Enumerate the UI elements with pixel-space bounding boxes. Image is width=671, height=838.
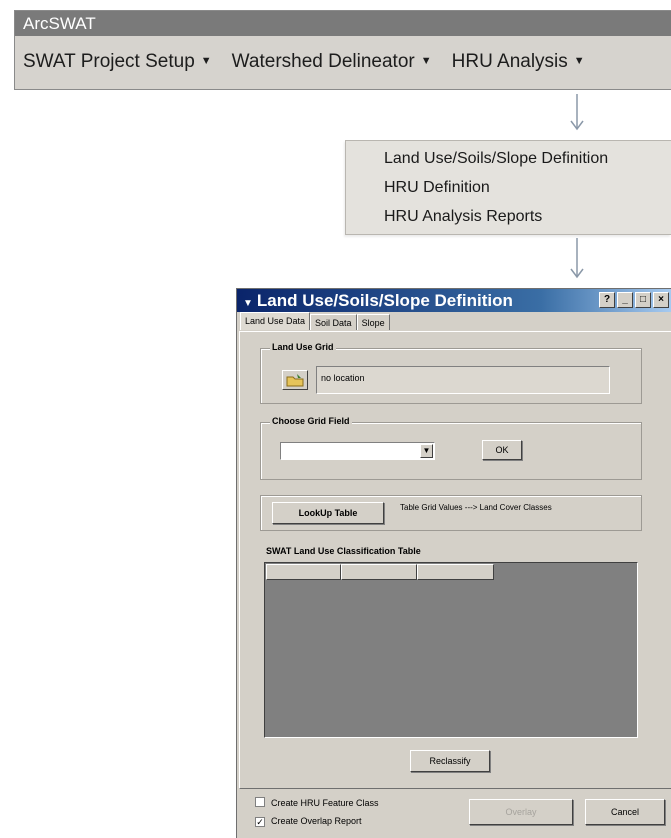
- menu-item-hru-definition[interactable]: HRU Definition: [384, 179, 490, 197]
- folder-icon: [286, 374, 304, 387]
- dialog-tabs: Land Use Data Soil Data Slope: [240, 312, 390, 330]
- menu-label: HRU Analysis: [451, 51, 568, 72]
- toolbar-menu-bar: SWAT Project Setup ▼ Watershed Delineator…: [15, 36, 671, 73]
- choose-grid-field-label: Choose Grid Field: [270, 416, 352, 426]
- lookup-note: Table Grid Values ---> Land Cover Classe…: [400, 503, 552, 512]
- dialog-titlebar: ▼ Land Use/Soils/Slope Definition ? _ □ ×: [237, 289, 671, 312]
- menu-item-hru-analysis-reports[interactable]: HRU Analysis Reports: [384, 208, 542, 226]
- toolbar-title: ArcSWAT: [15, 11, 671, 36]
- land-use-classification-table[interactable]: [264, 562, 638, 738]
- caret-down-icon: ▼: [420, 55, 432, 67]
- caret-down-icon: ▼: [200, 55, 212, 67]
- reclassify-button[interactable]: Reclassify: [410, 750, 490, 772]
- overlay-button[interactable]: Overlay: [469, 799, 573, 825]
- grid-field-selected: [281, 448, 284, 458]
- open-folder-button[interactable]: [282, 370, 308, 390]
- land-use-location-field: no location: [316, 366, 610, 394]
- land-use-grid-label: Land Use Grid: [270, 342, 336, 352]
- menu-watershed-delineator[interactable]: Watershed Delineator ▼: [232, 51, 432, 73]
- arrow-down-icon: [570, 94, 584, 131]
- create-hru-feature-class-option[interactable]: Create HRU Feature Class: [255, 797, 379, 808]
- cancel-button[interactable]: Cancel: [585, 799, 665, 825]
- create-overlap-report-checkbox[interactable]: ✓: [255, 817, 265, 827]
- menu-swat-project-setup[interactable]: SWAT Project Setup ▼: [23, 51, 212, 73]
- classification-table-label: SWAT Land Use Classification Table: [266, 546, 421, 556]
- close-button[interactable]: ×: [653, 292, 669, 308]
- minimize-button[interactable]: _: [617, 292, 633, 308]
- ok-button[interactable]: OK: [482, 440, 522, 460]
- window-controls: ? _ □ ×: [599, 292, 669, 308]
- maximize-button[interactable]: □: [635, 292, 651, 308]
- help-icon[interactable]: ?: [599, 292, 615, 308]
- window-icon: ▼: [243, 298, 253, 309]
- tab-slope[interactable]: Slope: [356, 314, 390, 330]
- create-overlap-report-label: Create Overlap Report: [271, 816, 362, 826]
- menu-label: Watershed Delineator: [231, 51, 415, 72]
- caret-down-icon: ▼: [573, 55, 585, 67]
- table-column-header[interactable]: [417, 564, 494, 580]
- tab-soil-data[interactable]: Soil Data: [310, 314, 357, 330]
- dialog-title: Land Use/Soils/Slope Definition: [256, 291, 513, 310]
- arrow-down-icon: [570, 238, 584, 279]
- grid-field-select[interactable]: ▼: [280, 442, 435, 460]
- menu-item-land-use-soils-slope-definition[interactable]: Land Use/Soils/Slope Definition: [384, 150, 608, 168]
- tab-page-land-use-data: Land Use Grid no location Choose Grid Fi…: [239, 331, 671, 789]
- arcswat-toolbar: ArcSWAT SWAT Project Setup ▼ Watershed De…: [14, 10, 671, 90]
- menu-label: SWAT Project Setup: [23, 51, 195, 72]
- hru-analysis-dropdown: Land Use/Soils/Slope Definition HRU Defi…: [345, 140, 671, 235]
- table-column-header[interactable]: [266, 564, 341, 580]
- land-use-soils-slope-dialog: ▼ Land Use/Soils/Slope Definition ? _ □ ×…: [236, 288, 671, 838]
- create-hru-feature-class-label: Create HRU Feature Class: [271, 798, 379, 808]
- lookup-table-button[interactable]: LookUp Table: [272, 502, 384, 524]
- chevron-down-icon[interactable]: ▼: [420, 444, 433, 458]
- table-column-header[interactable]: [341, 564, 417, 580]
- tab-land-use-data[interactable]: Land Use Data: [240, 312, 311, 330]
- create-overlap-report-option[interactable]: ✓ Create Overlap Report: [255, 816, 362, 827]
- create-hru-feature-class-checkbox[interactable]: [255, 797, 265, 807]
- menu-hru-analysis[interactable]: HRU Analysis ▼: [452, 51, 585, 73]
